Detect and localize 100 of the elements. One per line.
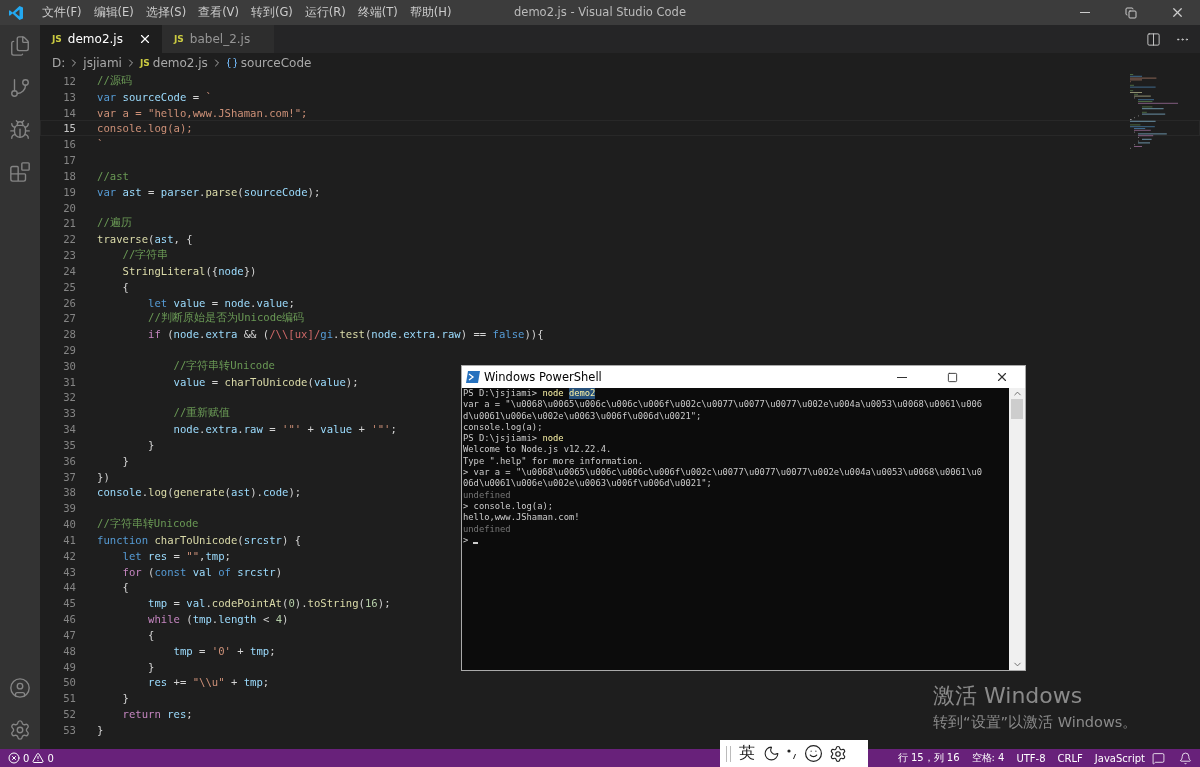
app-logo-icon: [8, 4, 24, 21]
menu-item[interactable]: 文件(F): [36, 5, 88, 20]
code-token: .: [333, 328, 340, 341]
menu-item[interactable]: 查看(V): [192, 5, 245, 20]
line-number: 19: [62, 185, 77, 198]
code-token: (: [167, 486, 174, 499]
status-item[interactable]: CRLF: [1052, 752, 1088, 764]
line-number: 33: [62, 407, 77, 420]
code-token: `: [97, 138, 104, 151]
code-token: test: [339, 328, 365, 341]
emoji-icon[interactable]: [804, 744, 823, 763]
account-icon[interactable]: [9, 677, 31, 699]
terminal-text: console.log(a);: [463, 421, 543, 434]
code-token: srcstr: [243, 533, 282, 546]
code-token: ast: [231, 486, 251, 499]
code-token: //重新赋值: [172, 406, 231, 421]
status-item[interactable]: JavaScript: [1089, 752, 1150, 764]
run-debug-icon[interactable]: [9, 119, 31, 141]
line-number: 14: [62, 106, 77, 119]
code-token: if: [147, 328, 161, 341]
breadcrumb-item[interactable]: demo2.js: [152, 55, 208, 70]
line-number: 29: [62, 344, 77, 356]
source-control-icon[interactable]: [9, 77, 31, 99]
menu-item[interactable]: 终端(T): [351, 5, 404, 20]
code-token: (: [185, 613, 193, 626]
code-token: charToUnicode: [224, 375, 308, 388]
code-token: value: [256, 296, 289, 309]
close-icon[interactable]: [138, 32, 152, 46]
code-token: ;: [269, 644, 276, 657]
menu-item[interactable]: 帮助(H): [403, 5, 458, 20]
editor-tab[interactable]: JS demo2.js: [40, 25, 162, 53]
menu-item[interactable]: 编辑(E): [87, 5, 140, 20]
menu-item[interactable]: 转到(G): [244, 5, 299, 20]
toolbar-grip[interactable]: [726, 745, 731, 762]
code-token: node: [172, 423, 200, 436]
problems-indicator[interactable]: 0 0: [8, 752, 54, 764]
code-token: );: [377, 597, 391, 610]
code-token: false: [492, 328, 525, 341]
line-number: 28: [62, 328, 77, 341]
code-token: )){: [524, 328, 544, 341]
line-number: 20: [62, 201, 77, 214]
extensions-icon[interactable]: [9, 161, 31, 183]
breadcrumb-item[interactable]: jsjiami: [83, 55, 122, 70]
code-token: for: [121, 565, 142, 578]
line-number: 17: [62, 154, 77, 167]
settings-icon[interactable]: [829, 744, 847, 763]
terminal-text: hello,www.JShaman.com!: [463, 512, 580, 524]
code-token: ,: [199, 549, 206, 562]
terminal-text: Welcome to Node.js v12.22.4.: [463, 444, 612, 456]
code-token: (: [282, 597, 289, 610]
code-token: raw: [441, 328, 461, 341]
line-number: 36: [62, 454, 77, 467]
editor-tab[interactable]: JS babel_2.js: [162, 25, 274, 53]
code-token: =: [172, 549, 181, 562]
code-token: let: [121, 549, 142, 562]
scrollbar[interactable]: [1009, 388, 1025, 670]
code-token: =: [210, 296, 220, 309]
line-number: 34: [62, 423, 77, 436]
code-token: =: [147, 185, 156, 198]
code-token: console.log(a);: [97, 122, 193, 135]
status-item[interactable]: UTF-8: [1011, 752, 1051, 764]
code-token: ;: [186, 708, 193, 721]
files-icon[interactable]: [9, 35, 31, 57]
breadcrumb-item[interactable]: sourceCode: [240, 55, 312, 70]
code-token: .: [199, 185, 206, 198]
status-item[interactable]: 空格: 4: [966, 751, 1010, 765]
terminal-text: undefined: [463, 523, 511, 535]
breadcrumb-item[interactable]: D:: [52, 55, 66, 70]
code-token: 4: [275, 613, 283, 626]
code-token: toString: [307, 597, 359, 610]
code-token: tmp: [147, 597, 168, 610]
terminal-text: undefined: [463, 489, 511, 501]
code-token: traverse: [97, 233, 149, 246]
split-editor-icon[interactable]: [1146, 31, 1161, 47]
code-token: codePointAt: [211, 597, 282, 610]
line-number: 37: [62, 470, 77, 483]
code-token: 16: [365, 597, 378, 610]
code-token: (: [364, 328, 372, 341]
code-token: =: [198, 644, 207, 657]
line-number: 44: [62, 581, 77, 594]
menu-item[interactable]: 选择(S): [139, 5, 193, 20]
code-token: .: [141, 486, 149, 499]
code-token: (: [237, 533, 244, 546]
scrollbar-thumb[interactable]: [1011, 399, 1023, 419]
status-item[interactable]: 行 15，列 16: [892, 751, 965, 765]
code-token: //字符串转Unicode: [172, 358, 275, 373]
input-mode-button[interactable]: 英: [737, 743, 757, 764]
feedback-icon[interactable]: [1152, 751, 1165, 765]
code-token: '"': [371, 423, 391, 436]
moon-icon[interactable]: [763, 745, 780, 762]
code-token: //源码: [97, 73, 132, 88]
code-token: function: [97, 533, 149, 546]
code-token: ast: [154, 233, 174, 246]
bell-icon[interactable]: [1179, 751, 1192, 765]
code-token: '0': [211, 644, 231, 657]
terminal-text: 06d\u0061\u006e\u002e\u0063\u006f\u006d\u0021";: [463, 478, 712, 490]
code-token: node: [371, 328, 397, 341]
menu-item[interactable]: 运行(R): [298, 5, 352, 20]
line-number: 45: [62, 597, 77, 610]
code-token: `: [205, 90, 212, 103]
